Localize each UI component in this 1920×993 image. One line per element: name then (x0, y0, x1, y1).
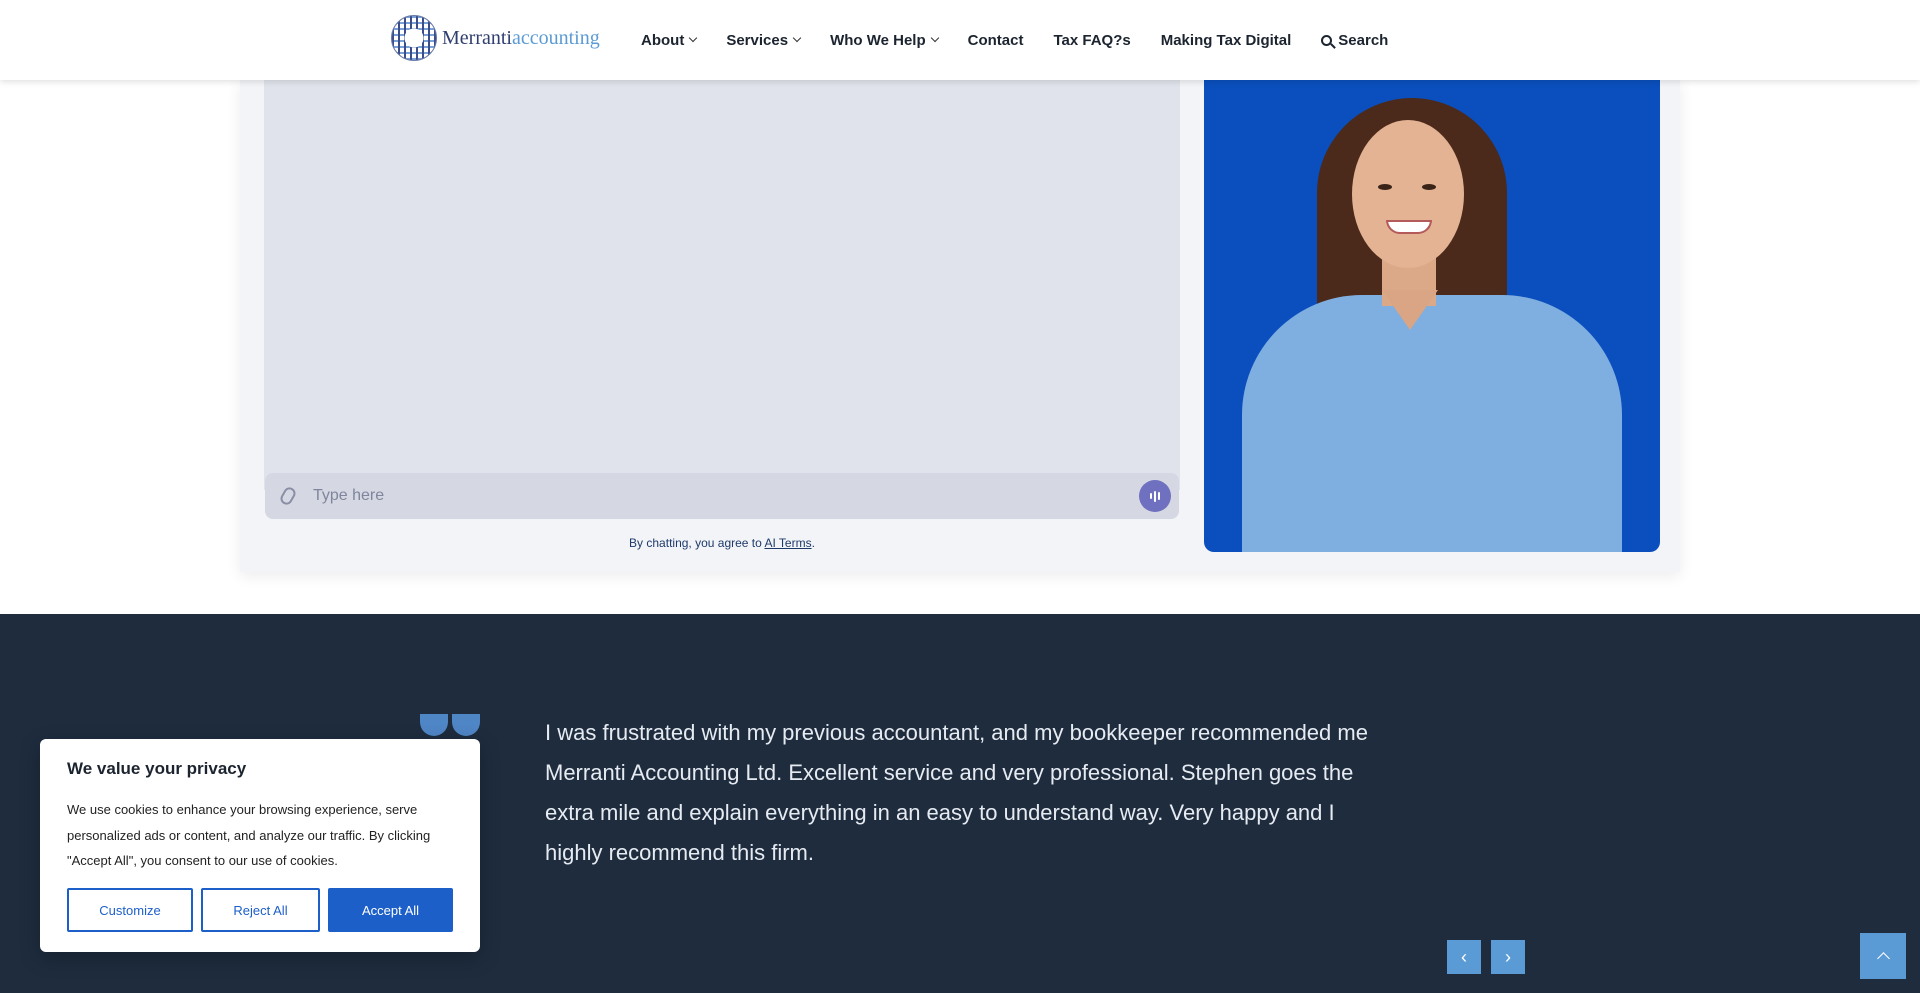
chat-terms: By chatting, you agree to AI Terms. (629, 536, 815, 550)
search-button[interactable]: Search (1321, 32, 1388, 49)
cookie-text: We use cookies to enhance your browsing … (67, 802, 431, 868)
photo-smile (1386, 220, 1432, 234)
nav-services[interactable]: Services (726, 32, 802, 49)
assistant-photo (1204, 80, 1660, 552)
logo-text: Merrantiaccounting (442, 26, 600, 49)
paperclip-icon[interactable] (278, 485, 298, 507)
chevron-down-icon (930, 33, 939, 43)
testimonial-next-button[interactable]: › (1491, 940, 1525, 974)
voice-bar-icon (1150, 493, 1152, 499)
chevron-down-icon (792, 33, 802, 43)
reject-all-button[interactable]: Reject All (201, 888, 320, 932)
quote-icon (420, 714, 480, 736)
testimonial-quote: I was frustrated with my previous accoun… (545, 720, 1368, 865)
cookie-title: We value your privacy (67, 759, 247, 778)
globe-logo-icon (391, 15, 437, 61)
photo-face (1352, 120, 1464, 268)
photo-shirt (1242, 295, 1622, 552)
voice-bar-icon (1154, 490, 1156, 502)
photo-eye (1422, 184, 1436, 190)
site-header: Merrantiaccounting About Services Who We… (0, 0, 1920, 80)
main-nav: About Services Who We Help Contact Tax F… (641, 0, 1418, 80)
accept-all-button[interactable]: Accept All (328, 888, 453, 932)
photo-eye (1378, 184, 1392, 190)
nav-making-tax-digital[interactable]: Making Tax Digital (1161, 32, 1292, 49)
customize-button[interactable]: Customize (67, 888, 193, 932)
ai-terms-link[interactable]: AI Terms (764, 536, 811, 550)
chat-input-bar: Type here (265, 473, 1179, 519)
testimonial-prev-button[interactable]: ‹ (1447, 940, 1481, 974)
voice-bar-icon (1158, 492, 1160, 500)
quote-mark-right (452, 714, 480, 736)
chevron-down-icon (689, 33, 698, 43)
nav-who-we-help[interactable]: Who We Help (830, 32, 939, 49)
nav-contact[interactable]: Contact (968, 32, 1024, 49)
voice-input-button[interactable] (1139, 480, 1171, 512)
nav-tax-faqs[interactable]: Tax FAQ?s (1053, 32, 1130, 49)
chat-input[interactable]: Type here (313, 487, 1139, 505)
search-icon (1321, 34, 1333, 46)
site-logo[interactable]: Merrantiaccounting (391, 15, 600, 61)
quote-mark-left (420, 714, 448, 736)
chat-messages-panel[interactable] (264, 80, 1180, 490)
nav-about[interactable]: About (641, 32, 698, 49)
scroll-to-top-button[interactable] (1860, 933, 1906, 979)
cookie-banner: We value your privacy We use cookies to … (40, 739, 480, 952)
